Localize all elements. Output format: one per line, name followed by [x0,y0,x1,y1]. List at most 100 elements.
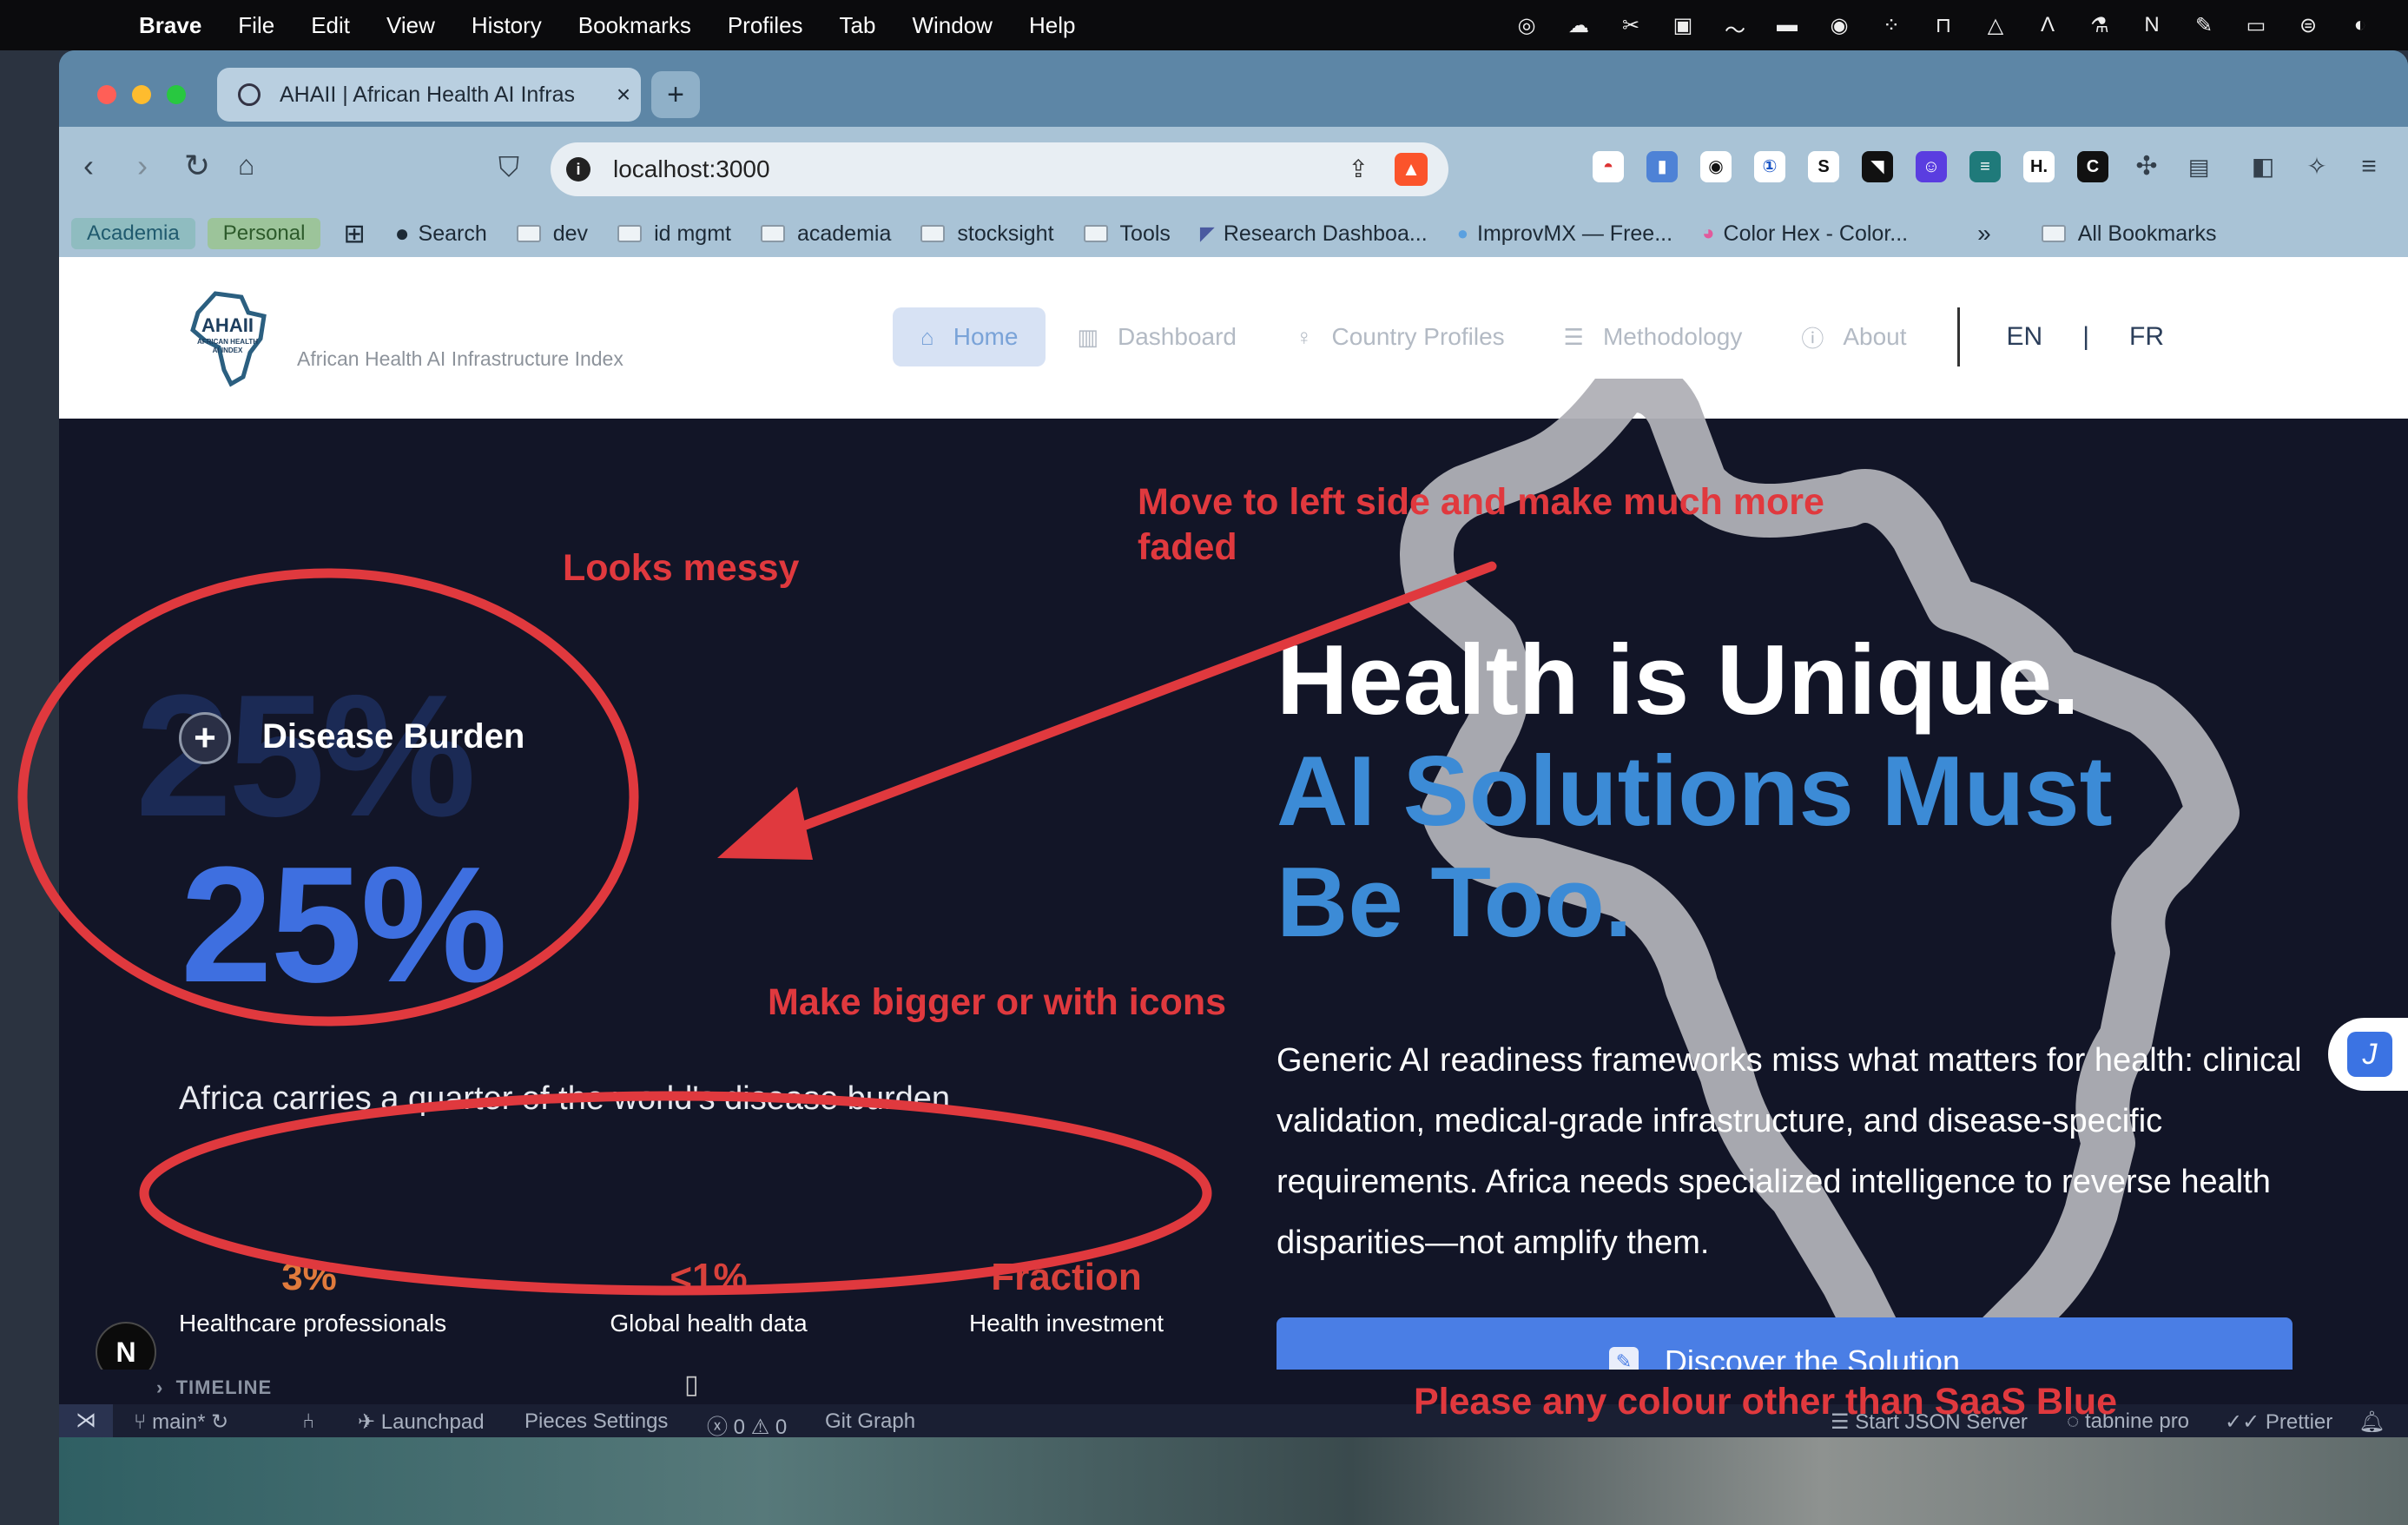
figure-icon[interactable]: Ʌ [2035,13,2061,37]
extensions-puzzle-icon[interactable]: ✣ [2131,151,2162,182]
nav-methodology[interactable]: ☰ Methodology [1536,307,1771,366]
lang-en[interactable]: EN [1967,322,2083,352]
pieces-settings[interactable]: Pieces Settings [524,1409,668,1434]
new-tab-button[interactable]: + [651,71,700,118]
url-text[interactable]: localhost:3000 [613,155,770,183]
menu-help[interactable]: Help [1029,12,1075,39]
battery-icon[interactable]: ▭ [2243,13,2269,37]
forward-icon[interactable]: › [137,148,148,184]
stat-label: Disease Burden [262,717,525,756]
web-page: AHAII AFRICAN HEALTH AI INDEX African He… [59,257,2408,1437]
bookmark-folder-tools[interactable]: Tools [1083,221,1171,247]
bot-extension-icon[interactable]: ☺ [1916,151,1947,182]
launchpad-status[interactable]: ✈ Launchpad [358,1409,485,1435]
sidebar-icon[interactable]: ◧ [2247,151,2279,182]
globe-icon [238,83,261,106]
circle-extension-icon[interactable]: ◉ [1700,151,1732,182]
nav-dashboard[interactable]: ▥ Dashboard [1049,307,1264,366]
c-extension-icon[interactable]: C [2077,151,2108,182]
brave-shields-icon[interactable]: ▲ [1395,153,1428,186]
wave-icon[interactable]: 〜 [1722,13,1748,43]
bookmark-improvmx[interactable]: ● ImprovMX — Free... [1457,221,1672,247]
send-extension-icon[interactable]: ◥ [1862,151,1893,182]
bookmarks-overflow-icon[interactable]: » [1977,220,1991,248]
status-app-icon[interactable]: ◎ [1514,13,1540,37]
bar-chart-icon: ▥ [1077,323,1098,350]
problems-status[interactable]: ⓧ 0 ⚠ 0 [707,1409,787,1440]
window-icon[interactable]: ⊓ [1930,13,1956,37]
side-widget[interactable]: J [2328,1018,2408,1091]
improvmx-favicon-icon: ● [1456,222,1468,244]
share-icon[interactable]: ⇪ [1349,155,1369,183]
menu-icon[interactable]: ≡ [2353,151,2385,182]
nav-country-profiles[interactable]: ♀ Country Profiles [1268,307,1533,366]
minimize-window-button[interactable] [132,85,151,104]
profile-chip-academia[interactable]: Academia [71,218,195,249]
h-extension-icon[interactable]: H. [2023,151,2055,182]
all-bookmarks[interactable]: All Bookmarks [2041,221,2216,247]
flask-icon[interactable]: ⚗ [2087,13,2113,37]
back-icon[interactable]: ‹ [83,148,94,184]
ahaii-logo[interactable]: AHAII AFRICAN HEALTH AI INDEX [181,287,274,387]
menu-app-name[interactable]: Brave [139,12,201,39]
cloud-icon[interactable]: ☁ [1566,13,1592,37]
browser-tab-active[interactable]: AHAII | African Health AI Infras × [217,68,641,122]
bookmark-folder-id-mgmt[interactable]: id mgmt [617,221,731,247]
git-graph[interactable]: Git Graph [825,1409,915,1434]
pen-icon[interactable]: ✎ [2191,13,2217,37]
bookmark-folder-stocksight[interactable]: stocksight [920,221,1054,247]
onepassword-icon[interactable]: ① [1754,151,1785,182]
github-icon: ● [394,220,410,247]
nav-label: Country Profiles [1331,323,1505,350]
remote-icon[interactable]: ⋊ [59,1404,113,1437]
nav-about[interactable]: ⓘ About [1773,307,1934,366]
chat-icon[interactable]: ▬ [1774,13,1800,37]
close-tab-icon[interactable]: × [606,81,641,109]
bookmark-search[interactable]: ● Search [395,220,487,248]
close-window-button[interactable] [97,85,116,104]
prettier-status[interactable]: ✓✓ Prettier [2225,1409,2332,1435]
notifications-icon[interactable]: 🔔︎ [2359,1409,2385,1435]
pokeball-extension-icon[interactable]: ◓ [1593,151,1624,182]
address-bar[interactable]: i localhost:3000 ⇪ ▲ [551,142,1448,196]
menu-profiles[interactable]: Profiles [728,12,803,39]
apps-grid-icon[interactable]: ⊞ [343,219,365,249]
menu-history[interactable]: History [472,12,542,39]
bookmark-icon[interactable]: ⛉ [498,151,519,184]
leo-ai-icon[interactable]: ✧ [2301,151,2332,182]
bookmark-label: Tools [1119,221,1171,246]
stack-extension-icon[interactable]: ≡ [1969,151,2001,182]
timeline-label[interactable]: › TIMELINE [156,1376,272,1399]
home-icon[interactable]: ⌂ [238,149,254,182]
script-extension-icon[interactable]: S [1808,151,1839,182]
bookmark-extension-icon[interactable]: ▮ [1646,151,1678,182]
site-info-icon[interactable]: i [566,157,590,182]
control-center-icon[interactable]: ⊜ [2295,13,2321,37]
lang-fr[interactable]: FR [2089,322,2204,352]
profile-chip-personal[interactable]: Personal [207,218,321,249]
menu-window[interactable]: Window [912,12,992,39]
menu-edit[interactable]: Edit [311,12,350,39]
text-cursor-icon: ▯ [684,1370,699,1399]
nav-home[interactable]: ⌂ Home [893,307,1046,366]
bookmark-folder-academia[interactable]: academia [760,221,891,247]
menu-view[interactable]: View [386,12,435,39]
branch-status[interactable]: ⑂ main* ↻ [134,1409,228,1435]
menu-bookmarks[interactable]: Bookmarks [578,12,691,39]
tool-icon[interactable]: ✂ [1618,13,1644,37]
bookmark-research-dashboard[interactable]: ◤ Research Dashboa... [1200,221,1428,247]
menu-tab[interactable]: Tab [840,12,876,39]
menu-file[interactable]: File [238,12,274,39]
siri-icon[interactable]: ◐ [2347,13,2373,37]
bookmark-color-hex[interactable]: ◕ Color Hex - Color... [1702,221,1908,247]
bookmark-folder-dev[interactable]: dev [516,221,588,247]
triangle-icon[interactable]: △ [1982,13,2009,37]
reader-icon[interactable]: ▤ [2183,151,2214,182]
screen-icon[interactable]: ▣ [1670,13,1696,37]
record-icon[interactable]: ◉ [1826,13,1852,37]
grid-icon[interactable]: ⁘ [1878,13,1904,37]
notion-icon[interactable]: N [2139,13,2165,37]
git-sync-icon[interactable]: ⑃ [302,1409,314,1434]
zoom-window-button[interactable] [167,85,186,104]
reload-icon[interactable]: ↻ [184,148,210,184]
